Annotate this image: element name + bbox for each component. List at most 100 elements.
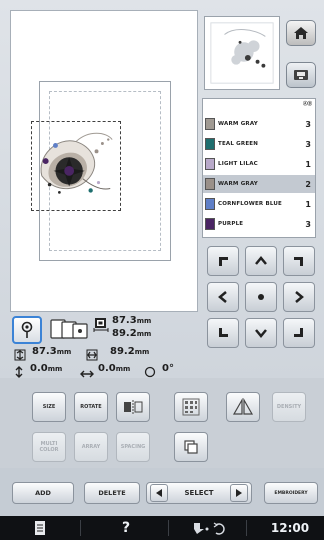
width-icon <box>86 346 98 361</box>
height-readout-number: 87.3 <box>32 346 57 357</box>
help-button[interactable]: ? <box>112 518 140 538</box>
flip-horizontal-button[interactable] <box>226 392 260 422</box>
size-button[interactable]: SIZE <box>32 392 66 422</box>
thread-count: 1 <box>305 159 311 169</box>
thread-row[interactable]: LIGHT LILAC 1 <box>203 155 315 173</box>
thread-swatch <box>205 178 215 190</box>
border-button[interactable] <box>174 392 208 422</box>
design-artwork <box>40 132 113 194</box>
clock: 12:00 <box>270 521 310 535</box>
density-button[interactable]: DENSITY <box>272 392 306 422</box>
stitch-count-header: ⒶⒷ <box>303 102 312 107</box>
thread-name: PURPLE <box>218 221 244 227</box>
grid-pattern-icon <box>182 398 200 416</box>
flip-triangle-icon <box>232 398 254 415</box>
horizontal-offset: 0.0mm <box>98 363 130 374</box>
horizontal-offset-unit: mm <box>115 365 131 373</box>
move-right-button[interactable] <box>283 282 315 312</box>
manual-button[interactable] <box>28 518 52 538</box>
move-up-left-button[interactable] <box>207 246 239 276</box>
rotate-button[interactable]: ROTATE <box>74 392 108 422</box>
select-previous-button[interactable] <box>150 484 168 502</box>
corner-down-right-icon <box>294 328 303 337</box>
embroidery-button[interactable]: EMBROIDERY <box>264 482 318 504</box>
vertical-offset-unit: mm <box>47 365 63 373</box>
thread-row[interactable]: PURPLE 3 <box>203 215 315 233</box>
thread-name: WARM GRAY <box>218 181 258 187</box>
rotation-icon <box>144 363 156 378</box>
thread-swatch <box>205 198 215 210</box>
thread-name: LIGHT LILAC <box>218 161 258 167</box>
thread-count: 3 <box>305 219 311 229</box>
width-readout-unit: mm <box>134 348 150 356</box>
thread-tension-indicator[interactable] <box>188 518 236 538</box>
embroidery-canvas[interactable] <box>10 10 198 312</box>
width-readout: 89.2mm <box>110 346 149 357</box>
height-number: 89.2 <box>112 328 137 339</box>
thread-count: 1 <box>305 199 311 209</box>
move-up-right-button[interactable] <box>283 246 315 276</box>
status-separator <box>168 520 169 536</box>
move-down-button[interactable] <box>245 318 277 348</box>
arrow-down-icon <box>255 329 267 338</box>
horizontal-move-icon <box>80 364 94 378</box>
move-left-button[interactable] <box>207 282 239 312</box>
rotation-angle: 0° <box>162 363 174 374</box>
preview-artwork <box>210 22 274 84</box>
move-arrow-pad <box>207 246 317 348</box>
move-down-left-button[interactable] <box>207 318 239 348</box>
width-readout-number: 89.2 <box>110 346 135 357</box>
center-button[interactable] <box>245 282 277 312</box>
design-preview-thumbnail <box>204 16 280 90</box>
height-unit: mm <box>136 330 152 338</box>
arrow-right-icon <box>295 291 304 303</box>
spacing-button[interactable]: SPACING <box>116 432 150 462</box>
vertical-offset: 0.0mm <box>30 363 62 374</box>
thread-swatch <box>205 118 215 130</box>
move-up-button[interactable] <box>245 246 277 276</box>
mirror-icon <box>124 400 143 414</box>
mirror-button[interactable] <box>116 392 150 422</box>
thread-row[interactable]: WARM GRAY 3 <box>203 115 315 133</box>
design-width-value: 87.3mm <box>112 315 151 326</box>
thread-swatch <box>205 138 215 150</box>
thread-row[interactable]: TEAL GREEN 3 <box>203 135 315 153</box>
thread-row-selected[interactable]: WARM GRAY 2 <box>203 175 315 193</box>
height-icon <box>14 346 26 361</box>
width-number: 87.3 <box>112 315 137 326</box>
add-button[interactable]: ADD <box>12 482 74 504</box>
vertical-move-icon <box>14 363 24 378</box>
embroidery-design[interactable] <box>31 121 121 211</box>
editing-area: ⒶⒷ WARM GRAY 3 TEAL GREEN 3 LIGHT LILAC … <box>0 0 324 378</box>
thread-count: 3 <box>305 139 311 149</box>
thread-row[interactable]: CORNFLOWER BLUE 1 <box>203 195 315 213</box>
document-icon <box>35 521 45 535</box>
embroidery-edit-screen: ⒶⒷ WARM GRAY 3 TEAL GREEN 3 LIGHT LILAC … <box>0 0 324 540</box>
move-down-right-button[interactable] <box>283 318 315 348</box>
thread-name: WARM GRAY <box>218 121 258 127</box>
design-frame-icon <box>50 318 90 340</box>
needle-position-button[interactable] <box>12 316 42 344</box>
memory-save-button[interactable] <box>286 62 316 88</box>
home-button[interactable] <box>286 20 316 46</box>
size-icon <box>92 316 110 332</box>
thread-color-list[interactable]: ⒶⒷ WARM GRAY 3 TEAL GREEN 3 LIGHT LILAC … <box>202 98 316 238</box>
triangle-right-icon <box>236 489 242 497</box>
arrow-up-icon <box>255 256 267 265</box>
pin-icon <box>21 321 33 338</box>
status-separator <box>246 520 247 536</box>
thread-swatch <box>205 218 215 230</box>
select-next-button[interactable] <box>230 484 248 502</box>
array-button[interactable]: ARRAY <box>74 432 108 462</box>
width-unit: mm <box>136 317 152 325</box>
duplicate-button[interactable] <box>174 432 208 462</box>
height-readout: 87.3mm <box>32 346 71 357</box>
multi-color-button[interactable]: MULTI COLOR <box>32 432 66 462</box>
home-icon <box>294 27 308 39</box>
thread-count: 2 <box>305 179 311 189</box>
status-bar: ? 12:00 <box>0 516 324 540</box>
delete-button[interactable]: DELETE <box>84 482 140 504</box>
save-memory-icon <box>294 70 308 80</box>
arrow-left-icon <box>218 291 227 303</box>
corner-down-left-icon <box>219 328 228 337</box>
